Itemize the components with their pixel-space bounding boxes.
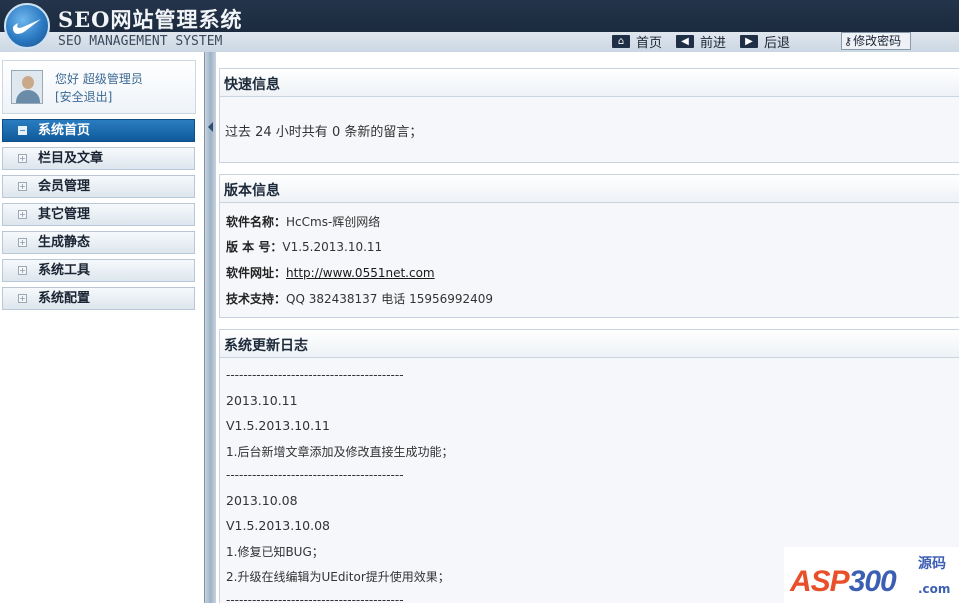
sidebar-item-static[interactable]: + 生成静态 [2,231,195,254]
sidebar-splitter[interactable] [204,52,216,603]
nav-home-link[interactable]: ⌂ 首页 [612,32,662,51]
log-line: ----------------------------------------… [226,368,404,382]
watermark-domain: .com [918,582,951,596]
sidebar-item-label: 系统首页 [38,123,91,138]
nav-back-link[interactable]: ▶ 后退 [740,32,790,51]
nav-home-label: 首页 [636,35,663,51]
version-panel: 版本信息 软件名称：HcCms-辉创网络 版 本 号：V1.5.2013.10.… [219,174,959,318]
log-line: V1.5.2013.10.11 [226,418,330,433]
version-row: 版 本 号：V1.5.2013.10.11 [226,238,382,255]
expand-icon: + [18,210,27,219]
top-nav: ⌂ 首页 ◀ 前进 ▶ 后退 [612,32,804,51]
version-row: 软件名称：HcCms-辉创网络 [226,213,380,230]
watermark-brand: ASP300 [790,565,897,598]
update-log-title: 系统更新日志 [220,330,959,358]
quick-info-panel: 快速信息 过去 24 小时共有 0 条新的留言； [219,68,959,163]
sidebar-item-label: 栏目及文章 [38,151,104,166]
avatar [11,70,43,104]
log-line: V1.5.2013.10.08 [226,518,330,533]
log-line: ----------------------------------------… [226,468,404,482]
version-row-value: HcCms-辉创网络 [286,215,381,229]
sidebar-item-label: 其它管理 [38,207,91,222]
quick-info-title: 快速信息 [220,69,959,97]
expand-icon: + [18,154,27,163]
sidebar-item-config[interactable]: + 系统配置 [2,287,195,310]
sidebar-item-other[interactable]: + 其它管理 [2,203,195,226]
logout-link[interactable]: [安全退出] [55,88,112,105]
version-row-label: 软件名称： [226,215,287,229]
version-row-label: 技术支持： [226,292,287,306]
expand-icon: + [18,294,27,303]
version-row: 技术支持：QQ 382438137 电话 15956992409 [226,290,493,307]
expand-icon: + [18,266,27,275]
key-icon: ⚷ [844,35,853,48]
collapse-arrow-icon[interactable] [208,122,213,132]
expand-icon: + [18,238,27,247]
sidebar-item-columns-articles[interactable]: + 栏目及文章 [2,147,195,170]
main-content: 快速信息 过去 24 小时共有 0 条新的留言； 版本信息 软件名称：HcCms… [217,52,959,603]
header: SEO网站管理系统 SEO MANAGEMENT SYSTEM ⌂ 首页 ◀ 前… [0,0,959,52]
change-password-button[interactable]: ⚷修改密码 [841,32,911,50]
logo [4,3,50,49]
version-title: 版本信息 [220,175,959,203]
version-row-value: QQ 382438137 电话 15956992409 [286,292,494,306]
version-row: 软件网址：http://www.0551net.com [226,264,435,281]
app-subtitle: SEO MANAGEMENT SYSTEM [58,34,223,49]
sidebar-item-label: 生成静态 [38,235,91,250]
log-line: 1.修复已知BUG； [226,545,324,559]
expand-icon: + [18,182,27,191]
collapse-icon: − [18,126,27,135]
sidebar-item-home[interactable]: − 系统首页 [2,119,195,142]
swoosh-icon [12,19,41,34]
log-line: 1.后台新增文章添加及修改直接生成功能； [226,445,454,459]
version-row-label: 软件网址： [226,266,287,280]
watermark-tag: 源码 [918,556,946,572]
website-link[interactable]: http://www.0551net.com [286,266,435,280]
log-line: 2.升级在线编辑为UEditor提升使用效果； [226,570,450,584]
sidebar-item-label: 系统工具 [38,263,91,278]
nav-back-label: 后退 [764,35,791,51]
user-greeting: 您好 超级管理员 [55,72,143,86]
version-row-label: 版 本 号： [226,240,283,254]
log-line: 2013.10.11 [226,393,298,408]
change-password-label: 修改密码 [853,34,902,48]
sidebar-item-tools[interactable]: + 系统工具 [2,259,195,282]
app-title: SEO网站管理系统 [58,7,243,32]
home-icon: ⌂ [612,34,630,48]
arrow-right-icon: ▶ [740,34,759,48]
quick-info-text: 过去 24 小时共有 0 条新的留言； [225,125,423,140]
sidebar-item-members[interactable]: + 会员管理 [2,175,195,198]
version-row-value: V1.5.2013.10.11 [282,240,383,254]
sidebar-item-label: 会员管理 [38,179,91,194]
sidebar: 您好 超级管理员 [安全退出] − 系统首页 + 栏目及文章 + 会员管理 + … [0,52,204,603]
nav-forward-label: 前进 [700,35,727,51]
watermark-logo: ASP300 源码 .com [784,547,959,603]
arrow-left-icon: ◀ [676,34,695,48]
sidebar-item-label: 系统配置 [38,291,91,306]
nav-forward-link[interactable]: ◀ 前进 [676,32,726,51]
log-line: ----------------------------------------… [226,593,404,603]
log-line: 2013.10.08 [226,493,298,508]
user-box: 您好 超级管理员 [安全退出] [2,60,196,114]
